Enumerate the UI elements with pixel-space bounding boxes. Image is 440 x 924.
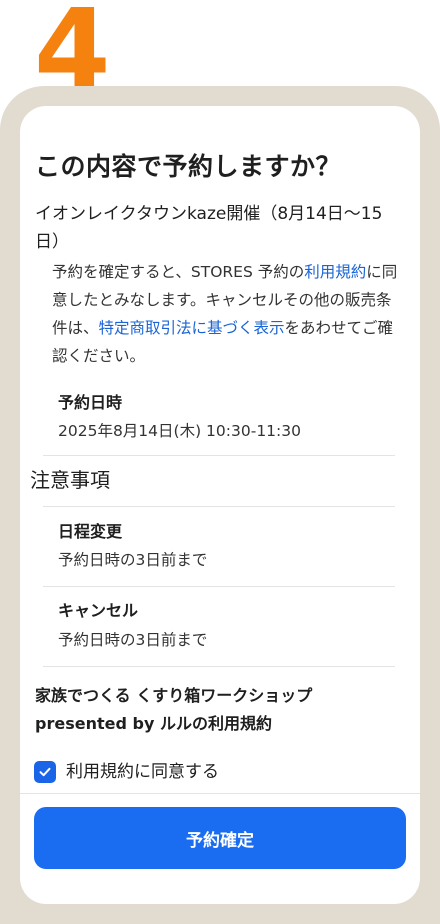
reservation-datetime-value: 2025年8月14日(木) 10:30-11:30 xyxy=(58,422,301,440)
terms-of-service-link[interactable]: 利用規約 xyxy=(304,263,366,281)
reschedule-label: 日程変更 xyxy=(58,522,123,541)
consent-text-part1: 予約を確定すると、STORES 予約の xyxy=(52,263,305,281)
check-icon xyxy=(39,767,51,777)
event-name: イオンレイクタウンkaze開催（8月14日〜15日） xyxy=(35,204,383,252)
consent-text: 予約を確定すると、STORES 予約の利用規約に同意したとみなします。キャンセル… xyxy=(52,258,402,370)
commercial-transactions-link[interactable]: 特定商取引法に基づく表示 xyxy=(99,319,285,337)
dialog-title: この内容で予約しますか？ xyxy=(35,152,342,181)
notes-heading: 注意事項 xyxy=(30,468,110,492)
agree-checkbox[interactable] xyxy=(34,761,56,783)
reservation-datetime-block: 予約日時 2025年8月14日(木) 10:30-11:30 xyxy=(43,378,395,456)
cancel-block: キャンセル 予約日時の3日前まで xyxy=(43,587,395,667)
confirmation-dialog: この内容で予約しますか？ イオンレイクタウンkaze開催（8月14日〜15日） … xyxy=(20,106,420,904)
agree-checkbox-row[interactable]: 利用規約に同意する xyxy=(34,760,219,784)
reschedule-value: 予約日時の3日前まで xyxy=(58,551,208,569)
confirm-reservation-button[interactable]: 予約確定 xyxy=(34,807,406,869)
reschedule-block: 日程変更 予約日時の3日前まで xyxy=(43,506,395,587)
reservation-datetime-label: 予約日時 xyxy=(58,393,123,412)
footer-divider xyxy=(20,793,420,794)
cancel-value: 予約日時の3日前まで xyxy=(58,631,208,649)
cancel-label: キャンセル xyxy=(58,601,139,620)
workshop-terms-title[interactable]: 家族でつくる くすり箱ワークショップ presented by ルルの利用規約 xyxy=(35,682,405,738)
agree-label: 利用規約に同意する xyxy=(66,762,219,782)
